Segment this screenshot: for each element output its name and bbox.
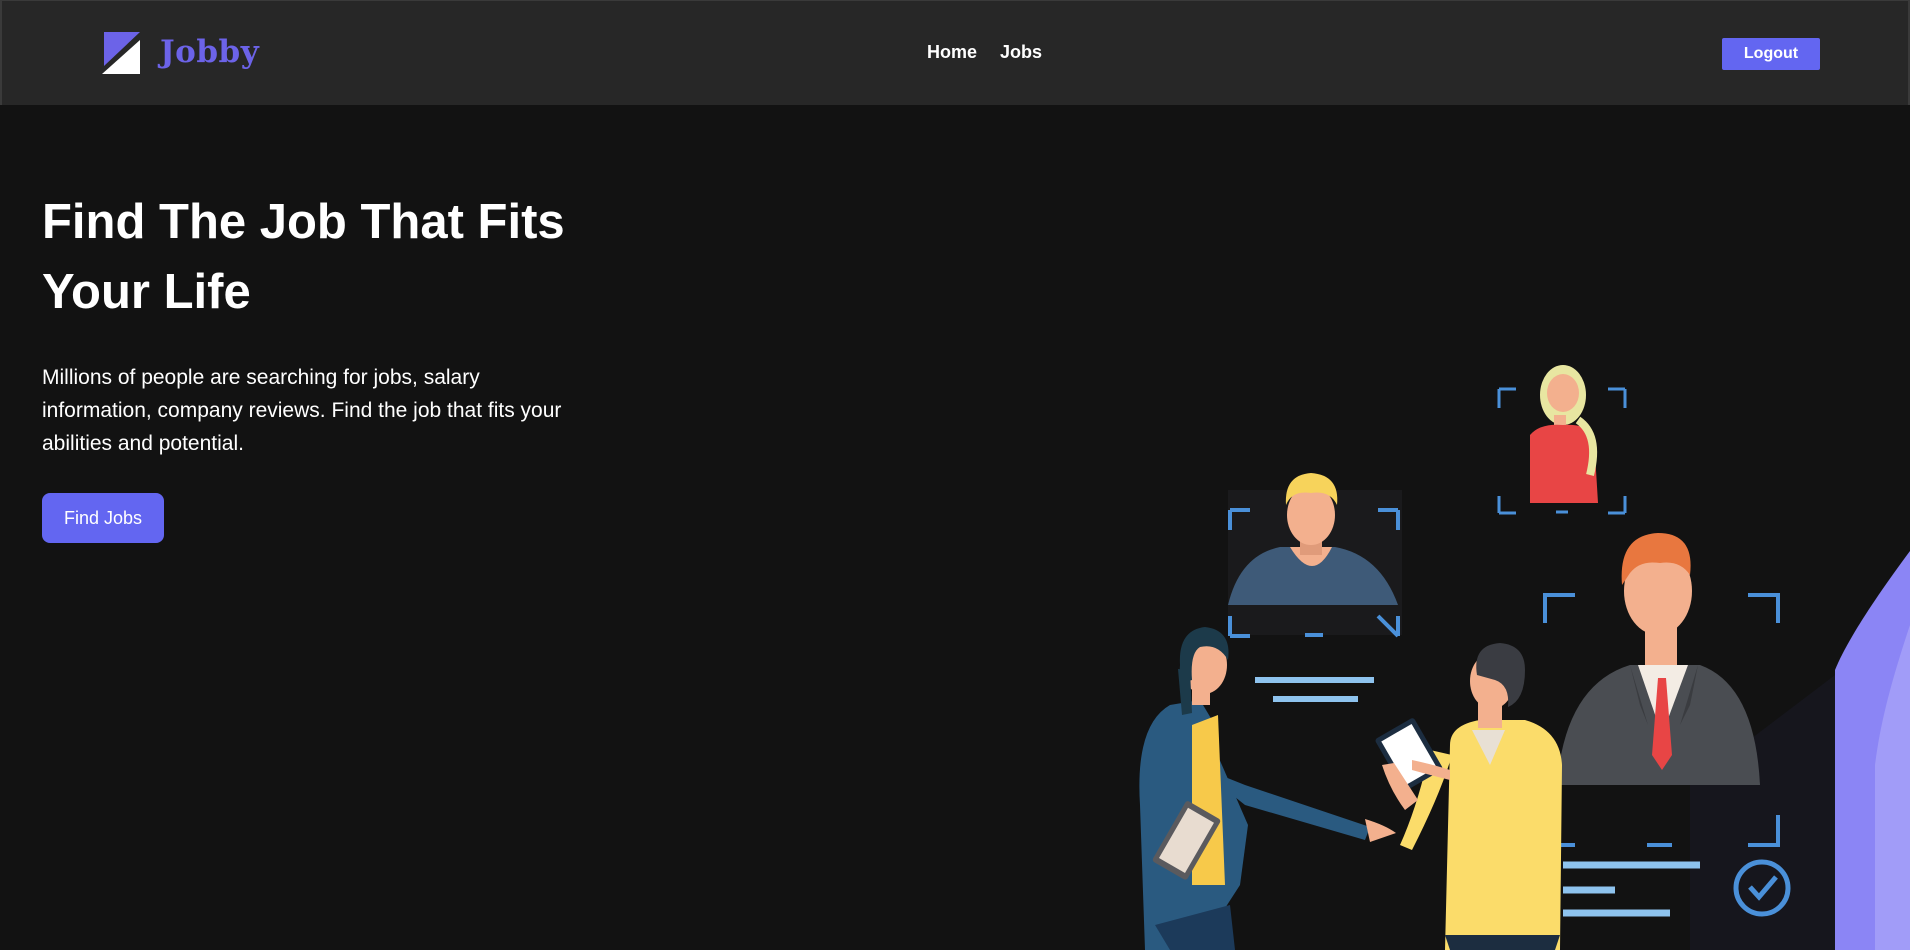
hero-section: Find The Job That Fits Your Life Million… <box>0 105 1910 950</box>
candidate-man-blonde-figure <box>1228 473 1402 702</box>
recruiter-woman-figure <box>1139 627 1396 950</box>
hero-description: Millions of people are searching for job… <box>42 366 562 455</box>
nav-link-jobs[interactable]: Jobs <box>1000 42 1042 63</box>
nav-links: Home Jobs <box>927 42 1042 63</box>
nav-link-home[interactable]: Home <box>927 42 977 63</box>
candidate-woman-figure <box>1497 365 1627 515</box>
hero-title: Find The Job That Fits Your Life <box>42 187 622 327</box>
hero-title-line-2: Your Life <box>42 265 251 319</box>
recruiter-man-figure <box>1375 643 1562 950</box>
logo-icon <box>102 32 140 74</box>
find-jobs-button[interactable]: Find Jobs <box>42 493 164 543</box>
logout-button[interactable]: Logout <box>1722 38 1820 70</box>
brand-name: Jobby <box>160 34 260 70</box>
brand-logo[interactable]: Jobby <box>100 29 259 75</box>
hero-illustration <box>1139 365 1910 950</box>
navbar: Jobby Home Jobs Logout <box>0 0 1910 105</box>
hero-title-line-1: Find The Job That Fits <box>42 195 565 249</box>
